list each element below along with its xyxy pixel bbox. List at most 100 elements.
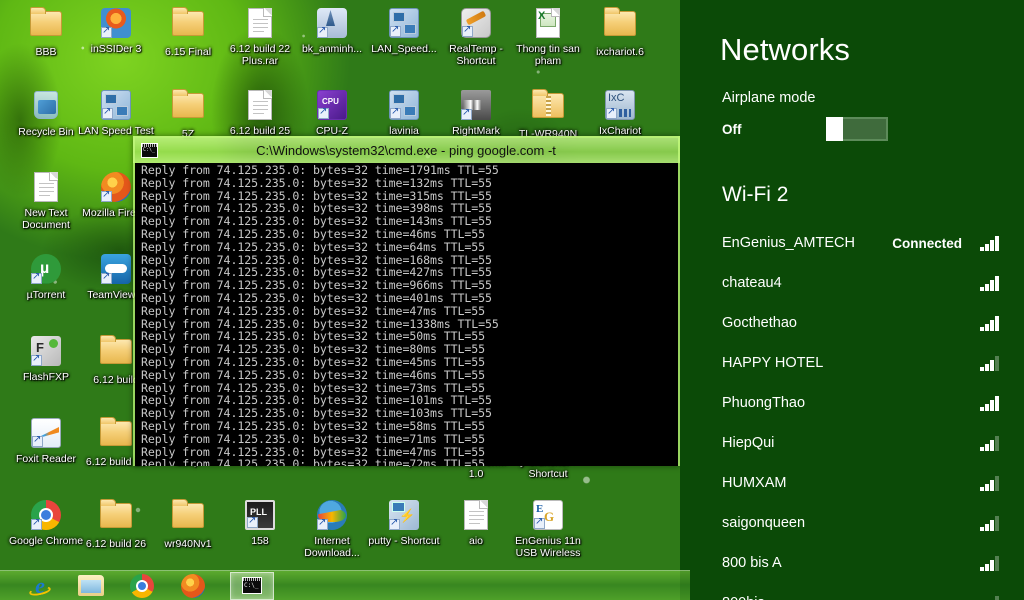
signal-strength-icon bbox=[980, 315, 1002, 331]
app-network2-icon bbox=[387, 90, 421, 124]
app-network-icon bbox=[387, 8, 421, 42]
desktop-icon-bbb[interactable]: BBB bbox=[8, 6, 84, 59]
desktop-icon-recycle-bin[interactable]: Recycle Bin bbox=[8, 88, 84, 139]
network-list-item[interactable]: HiepQui bbox=[680, 423, 1024, 463]
desktop-icon-wr940nv1[interactable]: wr940Nv1 bbox=[150, 498, 226, 551]
desktop-icon-label: Foxit Reader bbox=[15, 453, 77, 465]
folder-icon bbox=[99, 499, 133, 537]
signal-strength-icon bbox=[980, 555, 1002, 571]
desktop-icon-ixchariot[interactable]: IxCIxChariot bbox=[582, 88, 658, 138]
taskbar-item-command-prompt[interactable] bbox=[230, 571, 274, 600]
airplane-mode-toggle[interactable] bbox=[826, 117, 888, 141]
desktop-icon-inssider-3[interactable]: inSSIDer 3 bbox=[78, 6, 154, 56]
folder-zip-icon bbox=[531, 89, 565, 127]
desktop-icon-lavinia[interactable]: lavinia bbox=[366, 88, 442, 138]
folder-icon bbox=[99, 335, 133, 373]
cmd-title-text: C:\Windows\system32\cmd.exe - ping googl… bbox=[256, 143, 556, 158]
desktop-icon-cpu-z[interactable]: CPUCPU-Z bbox=[294, 88, 370, 138]
desktop-icon-torrent[interactable]: µµTorrent bbox=[8, 252, 84, 302]
folder-icon bbox=[171, 89, 205, 127]
network-list-item[interactable]: HAPPY HOTEL bbox=[680, 343, 1024, 383]
desktop-icon-new-text-document[interactable]: New Text Document bbox=[8, 170, 84, 231]
desktop-icon-6-12-build-22-plus-rar[interactable]: 6.12 build 22 Plus.rar bbox=[222, 6, 298, 67]
network-list-item[interactable]: chateau4 bbox=[680, 263, 1024, 303]
app-idm-icon bbox=[315, 500, 349, 534]
desktop-icon-ixchariot-6[interactable]: ixchariot.6 bbox=[582, 6, 658, 59]
signal-strength-icon bbox=[980, 395, 1002, 411]
network-list-item[interactable]: PhuongThao bbox=[680, 383, 1024, 423]
desktop-icon-thong-tin-san-pham[interactable]: X Thong tin san pham bbox=[510, 6, 586, 67]
signal-strength-icon bbox=[980, 475, 1002, 491]
taskbar-item-file-explorer[interactable] bbox=[77, 573, 105, 599]
network-list-item[interactable]: Gocthethao bbox=[680, 303, 1024, 343]
file-excel-icon: X bbox=[531, 8, 565, 42]
desktop-icon-tl-wr940n[interactable]: TL-WR940N bbox=[510, 88, 586, 141]
desktop-icon-158[interactable]: PLL158 bbox=[222, 498, 298, 548]
app-firefox-icon bbox=[99, 172, 133, 206]
desktop-icon-5z[interactable]: 5Z bbox=[150, 88, 226, 141]
folder-icon bbox=[171, 7, 205, 45]
app-chrome-icon bbox=[29, 500, 63, 534]
signal-strength-icon bbox=[980, 595, 1002, 600]
folder-icon bbox=[99, 417, 133, 455]
desktop-icon-6-12-build-26[interactable]: 6.12 build 26 bbox=[78, 498, 154, 551]
desktop-icon-engenius-11n-usb-wireless[interactable]: EGEnGenius 11n USB Wireless bbox=[510, 498, 586, 559]
file-icon bbox=[243, 90, 277, 124]
airplane-mode-label: Airplane mode bbox=[722, 90, 816, 106]
desktop-icon-realtemp-shortcut[interactable]: RealTemp - Shortcut bbox=[438, 6, 514, 67]
desktop-icon-aio[interactable]: aio bbox=[438, 498, 514, 548]
desktop-icon-label: Recycle Bin bbox=[18, 126, 74, 138]
desktop-icon-6-15-final[interactable]: 6.15 Final bbox=[150, 6, 226, 59]
cmd-output-line: Reply from 74.125.235.0: bytes=32 time=7… bbox=[141, 431, 486, 446]
taskbar-item-google-chrome[interactable] bbox=[128, 573, 156, 599]
desktop-icon-label: µTorrent bbox=[26, 289, 66, 301]
desktop-icon-label: 6.12 build 22 Plus.rar bbox=[229, 43, 291, 67]
desktop-icon-foxit-reader[interactable]: Foxit Reader bbox=[8, 416, 84, 466]
desktop-icon-label: New Text Document bbox=[22, 207, 70, 231]
network-list-item[interactable]: HUMXAM bbox=[680, 463, 1024, 503]
desktop-icon-google-chrome[interactable]: Google Chrome bbox=[8, 498, 84, 548]
app-inssider-icon bbox=[99, 8, 133, 42]
app-tool-icon bbox=[459, 8, 493, 42]
network-name: EnGenius_AMTECH bbox=[722, 235, 855, 251]
desktop-icon-label: wr940Nv1 bbox=[164, 538, 212, 550]
desktop-icon-label: 158 bbox=[251, 535, 269, 547]
desktop-icon-label: inSSIDer 3 bbox=[90, 43, 142, 55]
cmd-output-area[interactable]: Reply from 74.125.235.0: bytes=32 time=1… bbox=[135, 163, 678, 466]
desktop-icon-label: 6.12 build 26 bbox=[85, 538, 147, 550]
desktop-icon-label: RealTemp - Shortcut bbox=[449, 43, 503, 67]
desktop-icon-label: Thong tin san pham bbox=[516, 43, 580, 67]
network-list-item[interactable]: EnGenius_AMTECH Connected bbox=[680, 223, 1024, 263]
taskbar-item-mozilla-firefox[interactable] bbox=[179, 573, 207, 599]
cmd-output-line: Reply from 74.125.235.0: bytes=32 time=4… bbox=[141, 367, 486, 382]
desktop-icon-label: putty - Shortcut bbox=[368, 535, 440, 547]
file-icon bbox=[243, 8, 277, 42]
folder-icon bbox=[29, 7, 63, 45]
desktop-icon-flashfxp[interactable]: FFlashFXP bbox=[8, 334, 84, 384]
desktop-icon-bk-anminh[interactable]: bk_anminh... bbox=[294, 6, 370, 56]
desktop-icon-label: FlashFXP bbox=[22, 371, 70, 383]
desktop-icon-label: ixchariot.6 bbox=[596, 46, 644, 58]
network-list-item[interactable]: saigonqueen bbox=[680, 503, 1024, 543]
cmd-icon bbox=[141, 143, 158, 158]
desktop-icon-label: LAN_Speed... bbox=[371, 43, 437, 55]
network-status-badge: Connected bbox=[892, 235, 962, 251]
desktop-icon-lan-speed-test[interactable]: LAN Speed Test bbox=[78, 88, 154, 138]
signal-strength-icon bbox=[980, 275, 1002, 291]
networks-flyout-panel: Networks Airplane mode Off Wi-Fi 2 EnGen… bbox=[680, 0, 1024, 600]
desktop-icon-lan-speed[interactable]: LAN_Speed... bbox=[366, 6, 442, 56]
desktop-icon-6-12-build-25[interactable]: 6.12 build 25 bbox=[222, 88, 298, 138]
network-list-item[interactable]: 800 bis A bbox=[680, 543, 1024, 583]
desktop-icon-internet-download[interactable]: Internet Download... bbox=[294, 498, 370, 559]
cmd-output-line: Reply from 74.125.235.0: bytes=32 time=5… bbox=[141, 418, 486, 433]
cmd-output-line: Reply from 74.125.235.0: bytes=32 time=4… bbox=[141, 226, 486, 241]
file-text-icon bbox=[459, 500, 493, 534]
taskbar-item-internet-explorer[interactable]: e bbox=[26, 573, 54, 599]
desktop-icon-putty-shortcut[interactable]: ⚡putty - Shortcut bbox=[366, 498, 442, 548]
desktop-icon-rightmark[interactable]: RightMark bbox=[438, 88, 514, 138]
desktop-icon-label: 6.15 Final bbox=[164, 46, 212, 58]
network-name: HAPPY HOTEL bbox=[722, 355, 824, 371]
cmd-output-line: Reply from 74.125.235.0: bytes=32 time=6… bbox=[141, 239, 486, 254]
network-list-item[interactable]: 800bis bbox=[680, 583, 1024, 600]
cmd-title-bar[interactable]: C:\Windows\system32\cmd.exe - ping googl… bbox=[133, 136, 680, 163]
